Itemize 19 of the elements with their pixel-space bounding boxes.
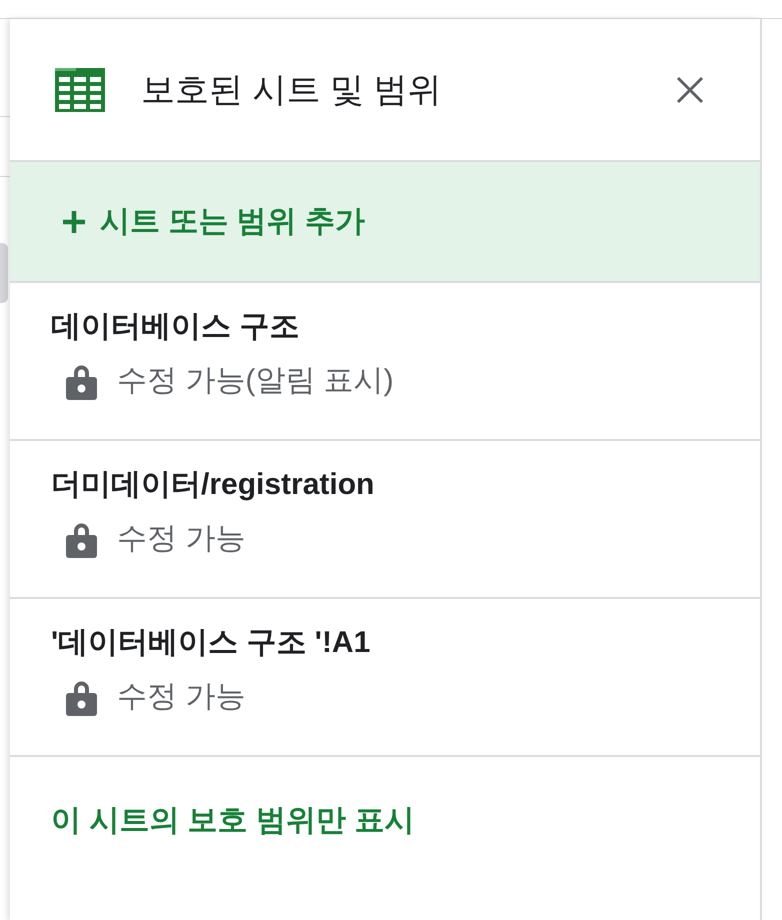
- scrollbar-thumb[interactable]: [0, 243, 8, 303]
- spreadsheet-icon: [55, 68, 105, 112]
- show-this-sheet-only-link[interactable]: 이 시트의 보호 범위만 표시: [51, 804, 414, 837]
- protected-range-item[interactable]: 더미데이터/registration 수정 가능: [10, 441, 760, 599]
- permission-text: 수정 가능(알림 표시): [117, 363, 394, 399]
- protected-range-item[interactable]: 데이터베이스 구조 수정 가능(알림 표시): [10, 283, 760, 441]
- close-icon: [676, 76, 704, 104]
- lock-icon: [66, 678, 97, 716]
- lock-icon: [66, 362, 97, 400]
- permission-text: 수정 가능: [117, 521, 246, 557]
- panel-title: 보호된 시트 및 범위: [141, 70, 442, 110]
- lock-icon: [66, 520, 97, 558]
- range-name: '데이터베이스 구조 '!A1: [51, 625, 370, 661]
- range-name: 더미데이터/registration: [51, 467, 374, 503]
- protected-range-item[interactable]: '데이터베이스 구조 '!A1 수정 가능: [10, 599, 760, 757]
- plus-icon: [62, 210, 86, 234]
- permission-text: 수정 가능: [117, 679, 246, 715]
- add-sheet-or-range-button[interactable]: 시트 또는 범위 추가: [10, 162, 760, 283]
- range-name: 데이터베이스 구조: [51, 309, 300, 345]
